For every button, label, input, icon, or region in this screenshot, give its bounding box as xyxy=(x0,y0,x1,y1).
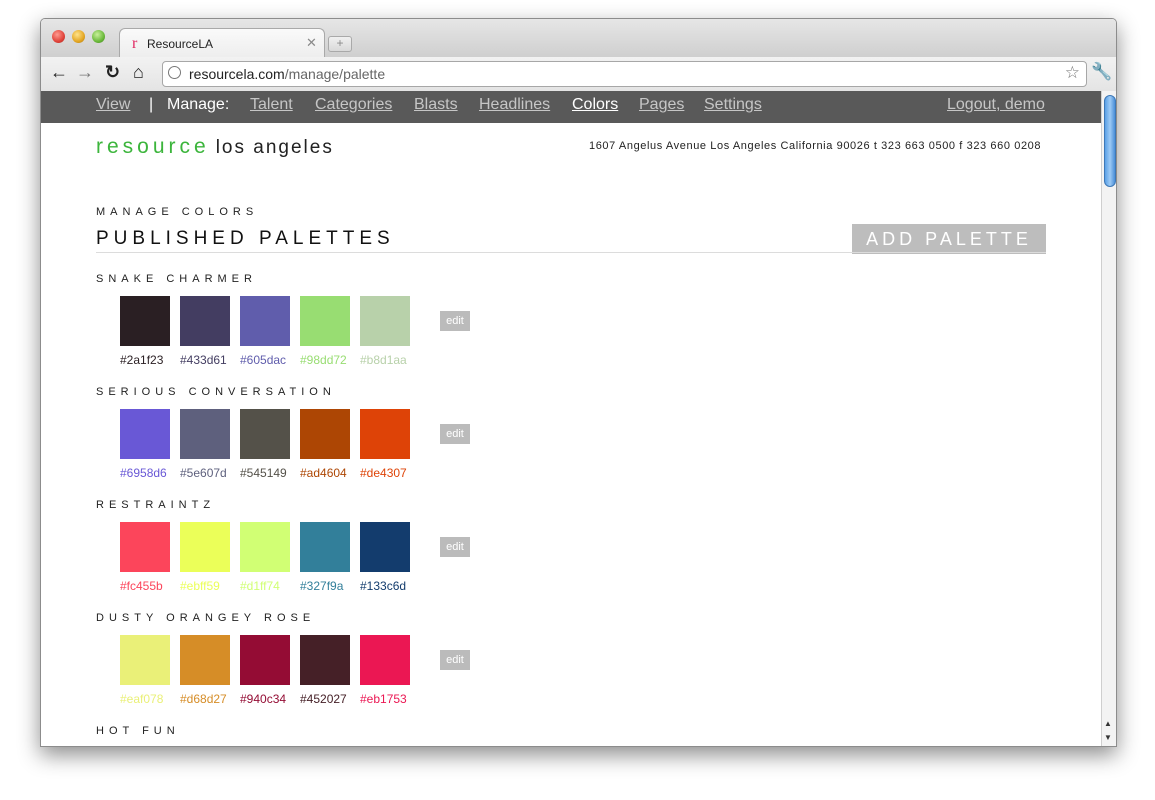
color-swatch xyxy=(300,635,350,685)
page-viewport: View | Manage: Talent Categories Blasts … xyxy=(41,91,1101,746)
address-bar[interactable]: resourcela.com/manage/palette ☆ xyxy=(162,61,1087,87)
nav-logout[interactable]: Logout, demo xyxy=(947,96,1045,114)
edit-palette-button[interactable]: edit xyxy=(440,311,470,331)
color-swatch xyxy=(300,409,350,459)
color-hex-label: #545149 xyxy=(240,466,287,480)
color-swatch xyxy=(360,635,410,685)
color-swatch xyxy=(360,522,410,572)
logo-resource: resource xyxy=(96,135,210,158)
color-hex-label: #eb1753 xyxy=(360,692,407,706)
contact-address: 1607 Angelus Avenue Los Angeles Californ… xyxy=(589,140,1042,152)
nav-separator: | xyxy=(149,96,154,113)
title-divider xyxy=(96,252,1046,253)
color-swatch xyxy=(180,635,230,685)
edit-palette-button[interactable]: edit xyxy=(440,424,470,444)
nav-talent[interactable]: Talent xyxy=(250,96,293,114)
forward-arrow-icon[interactable]: → xyxy=(76,62,94,82)
color-hex-label: #d68d27 xyxy=(180,692,227,706)
color-hex-label: #fc455b xyxy=(120,579,163,593)
url-host: resourcela.com xyxy=(189,66,285,82)
browser-tab[interactable]: r ResourceLA ✕ xyxy=(119,28,325,59)
palette-name: DUSTY ORANGEY ROSE xyxy=(96,612,316,624)
color-hex-label: #98dd72 xyxy=(300,353,347,367)
title-bar: r ResourceLA ✕ + xyxy=(41,19,1116,59)
star-icon[interactable]: ☆ xyxy=(1065,63,1080,83)
home-icon[interactable]: ⌂ xyxy=(133,62,144,82)
color-hex-label: #2a1f23 xyxy=(120,353,164,367)
scroll-up-icon[interactable]: ▲ xyxy=(1104,719,1112,728)
back-arrow-icon[interactable]: ← xyxy=(50,62,68,82)
color-hex-label: #de4307 xyxy=(360,466,407,480)
tab-close-icon[interactable]: ✕ xyxy=(306,35,317,51)
zoom-window-button[interactable] xyxy=(92,30,105,43)
nav-colors[interactable]: Colors xyxy=(572,96,618,114)
wrench-icon[interactable]: 🔧 xyxy=(1091,62,1112,82)
color-swatch xyxy=(240,635,290,685)
color-swatch xyxy=(120,522,170,572)
reload-icon[interactable]: ↻ xyxy=(105,62,120,82)
color-swatch xyxy=(120,296,170,346)
vertical-scrollbar[interactable]: ▲ ▼ xyxy=(1101,91,1116,746)
color-hex-label: #ebff59 xyxy=(180,579,220,593)
color-hex-label: #6958d6 xyxy=(120,466,167,480)
color-hex-label: #433d61 xyxy=(180,353,227,367)
color-hex-label: #ad4604 xyxy=(300,466,347,480)
color-swatch xyxy=(240,296,290,346)
nav-view[interactable]: View xyxy=(96,96,130,114)
color-hex-label: #940c34 xyxy=(240,692,287,706)
nav-categories[interactable]: Categories xyxy=(315,96,392,114)
color-swatch xyxy=(240,409,290,459)
nav-pages[interactable]: Pages xyxy=(639,96,684,114)
color-swatch xyxy=(180,522,230,572)
nav-manage-label: Manage: xyxy=(167,96,230,113)
color-swatch xyxy=(360,296,410,346)
favicon-icon: r xyxy=(132,35,138,52)
color-hex-label: #605dac xyxy=(240,353,287,367)
globe-icon xyxy=(168,66,181,79)
site-nav: View | Manage: Talent Categories Blasts … xyxy=(41,91,1101,123)
section-kicker: MANAGE COLORS xyxy=(96,206,259,218)
palette-name: SERIOUS CONVERSATION xyxy=(96,386,336,398)
color-hex-label: #452027 xyxy=(300,692,347,706)
color-hex-label: #eaf078 xyxy=(120,692,164,706)
nav-blasts[interactable]: Blasts xyxy=(414,96,458,114)
scrollbar-thumb[interactable] xyxy=(1104,95,1116,187)
color-swatch xyxy=(300,296,350,346)
close-window-button[interactable] xyxy=(52,30,65,43)
color-hex-label: #b8d1aa xyxy=(360,353,407,367)
color-swatch xyxy=(300,522,350,572)
color-swatch xyxy=(360,409,410,459)
color-hex-label: #5e607d xyxy=(180,466,227,480)
nav-headlines[interactable]: Headlines xyxy=(479,96,550,114)
palette-name: RESTRAINTZ xyxy=(96,499,216,511)
color-hex-label: #133c6d xyxy=(360,579,407,593)
color-swatch xyxy=(120,409,170,459)
url-text[interactable]: resourcela.com/manage/palette xyxy=(189,66,385,82)
page-title: PUBLISHED PALETTES xyxy=(96,228,395,249)
color-hex-label: #327f9a xyxy=(300,579,344,593)
browser-window: r ResourceLA ✕ + ← → ↻ ⌂ resourcela.com/… xyxy=(40,18,1117,747)
edit-palette-button[interactable]: edit xyxy=(440,537,470,557)
new-tab-button[interactable]: + xyxy=(328,36,352,52)
color-swatch xyxy=(240,522,290,572)
scroll-down-icon[interactable]: ▼ xyxy=(1104,733,1112,742)
edit-palette-button[interactable]: edit xyxy=(440,650,470,670)
palette-name: HOT FUN xyxy=(96,725,180,737)
color-hex-label: #d1ff74 xyxy=(240,579,280,593)
color-swatch xyxy=(120,635,170,685)
nav-settings[interactable]: Settings xyxy=(704,96,762,114)
color-swatch xyxy=(180,296,230,346)
minimize-window-button[interactable] xyxy=(72,30,85,43)
tab-title: ResourceLA xyxy=(147,37,214,51)
logo-los-angeles: los angeles xyxy=(215,137,334,158)
palette-name: SNAKE CHARMER xyxy=(96,273,257,285)
browser-toolbar: ← → ↻ ⌂ resourcela.com/manage/palette ☆ … xyxy=(41,57,1116,92)
url-path: /manage/palette xyxy=(284,66,386,82)
add-palette-button[interactable]: ADD PALETTE xyxy=(852,224,1046,254)
site-logo[interactable]: resource los angeles xyxy=(96,135,334,159)
color-swatch xyxy=(180,409,230,459)
